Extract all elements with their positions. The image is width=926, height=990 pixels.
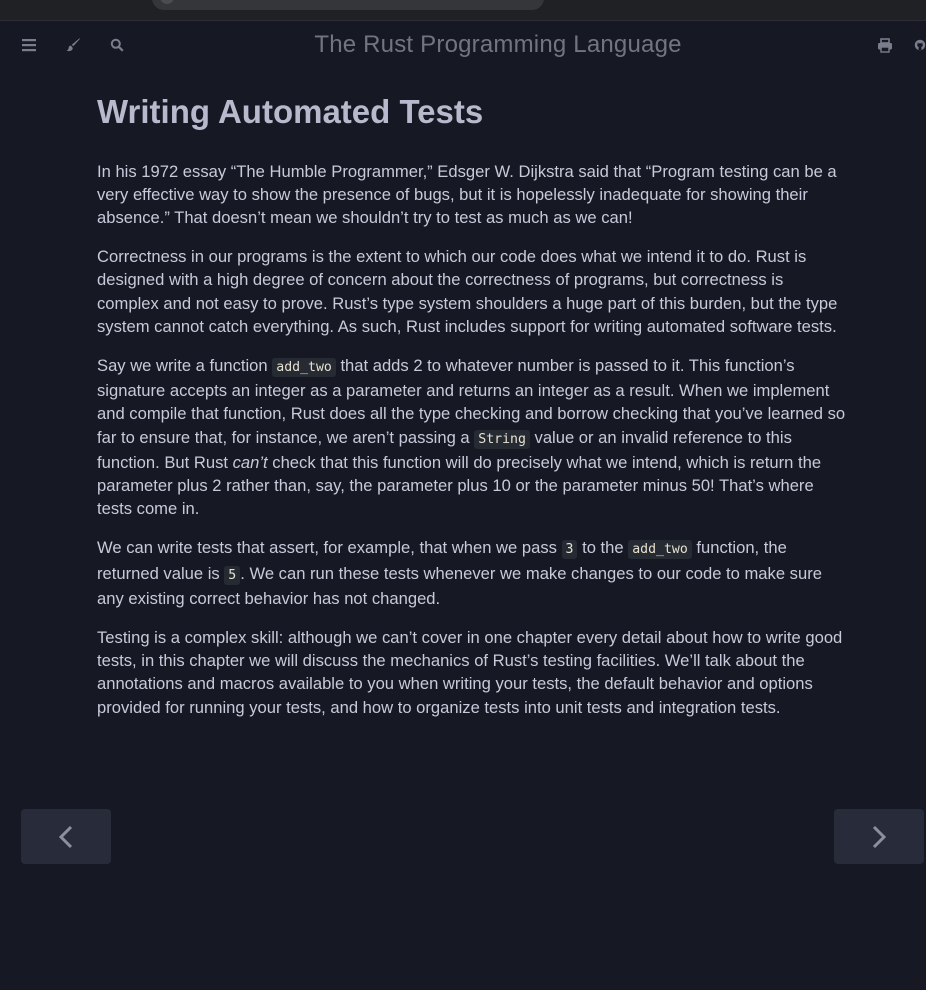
chevron-right-icon (872, 825, 886, 848)
paragraph-assert: We can write tests that assert, for exam… (97, 536, 849, 610)
menu-bar: The Rust Programming Language (0, 20, 926, 70)
chapter-heading: Writing Automated Tests (97, 93, 484, 130)
menu-right-buttons (876, 36, 926, 54)
inline-code: String (474, 429, 530, 449)
inline-code: 5 (224, 565, 241, 585)
paragraph-correctness: Correctness in our programs is the exten… (97, 247, 838, 336)
text-span: to the (577, 538, 629, 558)
github-button[interactable] (914, 36, 926, 54)
inline-code: add_two (628, 540, 692, 560)
chevron-left-icon (59, 825, 73, 848)
chapter-content: Writing Automated Tests In his 1972 essa… (97, 92, 849, 735)
text-span: Say we write a function (97, 356, 273, 376)
paragraph-testing-skill: Testing is a complex skill: although we … (97, 628, 843, 717)
emphasis-text: can’t (232, 452, 268, 472)
paragraph-intro: In his 1972 essay “The Humble Programmer… (97, 161, 837, 227)
print-icon (878, 37, 892, 53)
next-chapter-button[interactable] (834, 809, 924, 864)
github-icon (914, 39, 926, 51)
previous-chapter-button[interactable] (21, 809, 111, 864)
book-title: The Rust Programming Language (314, 31, 682, 58)
text-span: We can write tests that assert, for exam… (97, 538, 562, 558)
paragraph-add-two: Say we write a function add_two that add… (97, 354, 849, 520)
inline-code: add_two (272, 358, 336, 378)
browser-chrome (0, 0, 926, 21)
print-button[interactable] (876, 36, 894, 54)
address-bar[interactable] (152, 0, 544, 10)
inline-code: 3 (561, 540, 578, 560)
